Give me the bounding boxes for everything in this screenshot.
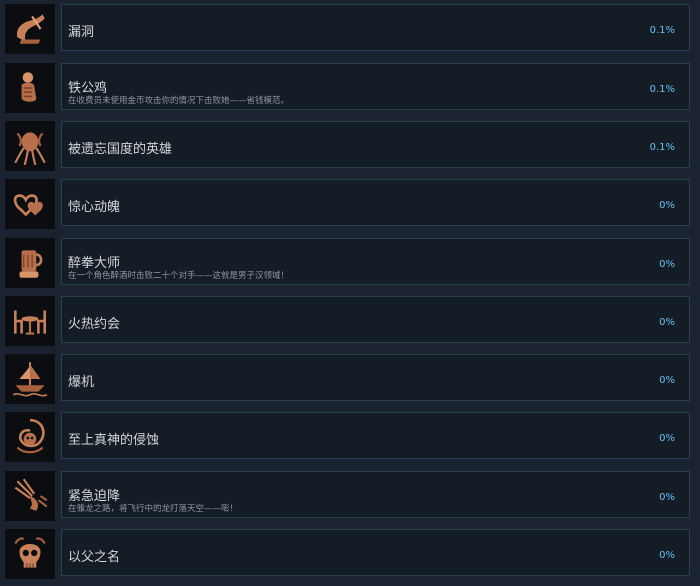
achievement-icon-box — [5, 296, 55, 346]
achievement-row[interactable]: 惊心动魄 0% — [0, 176, 700, 234]
achievement-row[interactable]: 以父之名 0% — [0, 526, 700, 584]
achievement-row[interactable]: 漏洞 0.1% — [0, 1, 700, 59]
achievement-title: 惊心动魄 — [68, 200, 121, 215]
achievement-percent: 0% — [659, 200, 675, 211]
swirl-skull-icon — [16, 418, 45, 454]
achievement-title: 漏洞 — [68, 25, 95, 40]
achievement-row[interactable]: 至上真神的侵蚀 0% — [0, 409, 700, 467]
achievement-row[interactable]: 火热约会 0% — [0, 293, 700, 351]
achievement-icon-box — [5, 121, 55, 171]
skull-icon — [14, 537, 46, 568]
achievement-row[interactable]: 醉拳大师 在一个角色醉酒时击败二十个对手——这就是男子汉领域！ 0% — [0, 235, 700, 293]
achievement-percent: 0% — [659, 259, 675, 270]
achievement-icon-box — [5, 529, 55, 579]
achievement-percent: 0.1% — [649, 84, 675, 95]
falling-dragon-icon — [14, 478, 48, 511]
achievement-description: 在一个角色醉酒时击败二十个对手——这就是男子汉领域！ — [68, 271, 290, 281]
achievement-row[interactable]: 爆机 0% — [0, 351, 700, 409]
achievement-icon-box — [5, 179, 55, 229]
achievement-title: 被遗忘国度的英雄 — [68, 142, 173, 157]
achievement-icon-box — [5, 63, 55, 113]
tankard-fist-icon — [19, 250, 43, 278]
achievement-panel: 至上真神的侵蚀 0% — [61, 412, 690, 459]
scroll-quill-icon — [16, 14, 45, 44]
achievement-row[interactable]: 紧急迫降 在雏龙之路，将飞行中的龙打落天空——嘭！ 0% — [0, 468, 700, 526]
achievement-percent: 0.1% — [649, 142, 675, 153]
achievement-panel: 漏洞 0.1% — [61, 4, 690, 51]
achievement-title: 至上真神的侵蚀 — [68, 433, 160, 448]
achievement-panel: 醉拳大师 在一个角色醉酒时击败二十个对手——这就是男子汉领域！ 0% — [61, 238, 690, 285]
achievement-description: 在雏龙之路，将飞行中的龙打落天空——嘭！ — [68, 504, 239, 514]
achievement-panel: 爆机 0% — [61, 354, 690, 401]
achievement-icon-box — [5, 412, 55, 462]
dinner-table-icon — [13, 310, 47, 335]
achievement-icon-box — [5, 471, 55, 521]
achievement-list: 漏洞 0.1% 铁公鸡 在收费员未使用金币攻击你的情况下击败她——省钱模范。 0… — [0, 0, 700, 586]
achievement-description: 在收费员未使用金币攻击你的情况下击败她——省钱模范。 — [68, 96, 290, 106]
achievement-percent: 0% — [659, 550, 675, 561]
achievement-percent: 0% — [659, 317, 675, 328]
achievement-icon-box — [5, 4, 55, 54]
achievement-title: 爆机 — [68, 375, 95, 390]
mind-flayer-icon — [14, 132, 46, 166]
coin-hand-icon — [21, 72, 37, 102]
achievement-percent: 0% — [659, 433, 675, 444]
achievement-panel: 紧急迫降 在雏龙之路，将飞行中的龙打落天空——嘭！ 0% — [61, 471, 690, 518]
achievement-title: 火热约会 — [68, 317, 121, 332]
ship-icon — [12, 362, 48, 397]
achievement-panel: 惊心动魄 0% — [61, 179, 690, 226]
achievement-panel: 被遗忘国度的英雄 0.1% — [61, 121, 690, 168]
achievement-row[interactable]: 被遗忘国度的英雄 0.1% — [0, 118, 700, 176]
achievement-icon-box — [5, 238, 55, 288]
achievement-panel: 铁公鸡 在收费员未使用金币攻击你的情况下击败她——省钱模范。 0.1% — [61, 63, 690, 110]
achievement-icon-box — [5, 354, 55, 404]
achievement-row[interactable]: 铁公鸡 在收费员未使用金币攻击你的情况下击败她——省钱模范。 0.1% — [0, 60, 700, 118]
achievement-title: 以父之名 — [68, 550, 121, 565]
achievement-percent: 0.1% — [649, 25, 675, 36]
achievement-panel: 以父之名 0% — [61, 529, 690, 576]
hearts-icon — [13, 194, 43, 217]
achievement-percent: 0% — [659, 492, 675, 503]
achievement-panel: 火热约会 0% — [61, 296, 690, 343]
achievement-percent: 0% — [659, 375, 675, 386]
